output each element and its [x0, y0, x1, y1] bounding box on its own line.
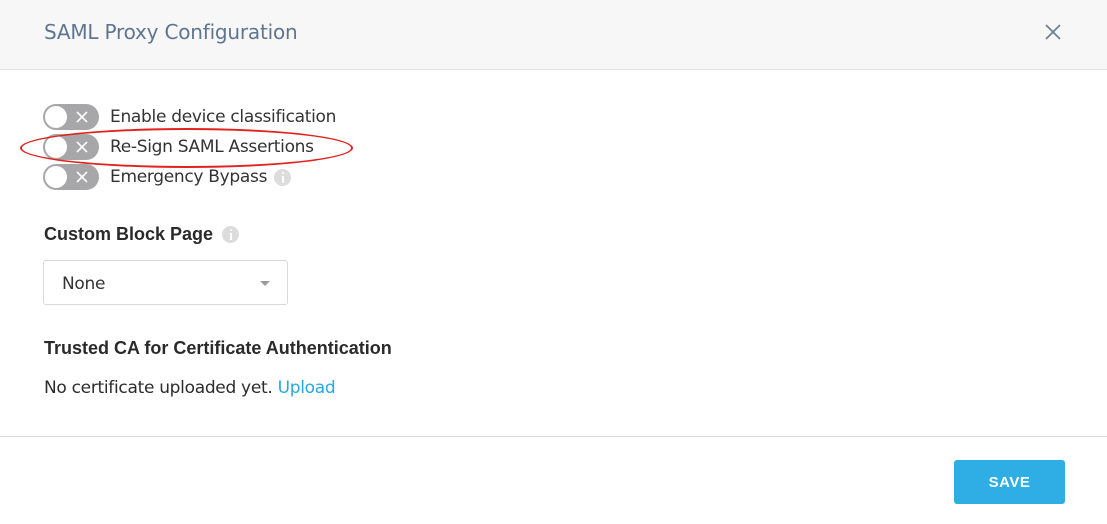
select-value: None: [62, 274, 106, 294]
close-icon[interactable]: [1040, 19, 1066, 45]
upload-link[interactable]: Upload: [278, 378, 336, 398]
toggle-off-x-icon: [76, 111, 88, 123]
toggle-knob: [45, 106, 67, 128]
certificate-status: No certificate uploaded yet. Upload: [44, 378, 336, 398]
custom-block-page-heading: Custom Block Page: [44, 224, 240, 245]
info-icon[interactable]: [274, 168, 292, 186]
trusted-ca-heading: Trusted CA for Certificate Authenticatio…: [44, 338, 392, 358]
device-classification-toggle[interactable]: [43, 104, 99, 130]
toggle-off-x-icon: [76, 171, 88, 183]
annotation-highlight-ellipse: [20, 128, 353, 168]
emergency-bypass-toggle[interactable]: [43, 164, 99, 190]
dialog-header: SAML Proxy Configuration: [0, 0, 1107, 70]
toggle-row-device-classification: Enable device classification: [43, 104, 336, 130]
footer-divider: [0, 436, 1107, 437]
certificate-status-text: No certificate uploaded yet.: [44, 378, 273, 398]
info-icon[interactable]: [222, 226, 240, 243]
device-classification-label: Enable device classification: [110, 107, 337, 127]
custom-block-page-select[interactable]: None: [43, 260, 288, 305]
emergency-bypass-label: Emergency Bypass: [110, 167, 268, 187]
toggle-knob: [45, 166, 67, 188]
dialog-title: SAML Proxy Configuration: [44, 20, 298, 44]
toggle-row-emergency-bypass: Emergency Bypass: [43, 164, 292, 190]
custom-block-page-label: Custom Block Page: [44, 224, 214, 244]
chevron-down-icon: [260, 281, 270, 286]
save-button[interactable]: SAVE: [954, 460, 1065, 504]
